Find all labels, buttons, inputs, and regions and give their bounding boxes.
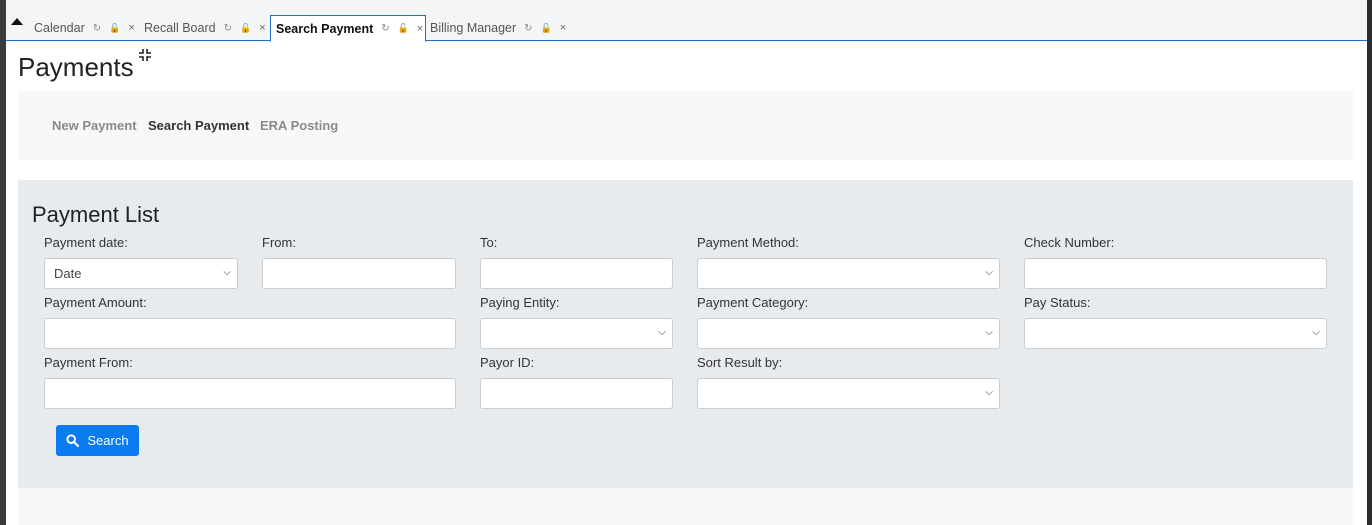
check-number-label: Check Number: [1024, 235, 1115, 250]
unlock-icon[interactable]: 🔓 [109, 23, 120, 34]
payment-from-input[interactable] [44, 378, 456, 409]
nav-search-payment[interactable]: Search Payment [148, 118, 249, 133]
search-icon [66, 434, 80, 447]
window-edge [1367, 0, 1372, 525]
check-number-input[interactable] [1024, 258, 1327, 289]
refresh-icon[interactable]: ↻ [224, 23, 232, 34]
chevron-down-icon: ⌵ [223, 267, 231, 278]
payment-nav: New Payment Search Payment ERA Posting [18, 91, 1353, 160]
tab-billing-manager[interactable]: Billing Manager ↻ 🔓 × [425, 15, 574, 41]
page-title: Payments [18, 52, 134, 82]
panel-title: Payment List [32, 202, 160, 227]
close-icon[interactable]: × [560, 22, 566, 34]
payment-amount-input[interactable] [44, 318, 456, 349]
payment-date-value: Date [54, 266, 82, 281]
payment-list-panel: Payment List Payment date: Date ⌵ From: … [18, 180, 1353, 488]
to-label: To: [480, 235, 498, 250]
unlock-icon[interactable]: 🔓 [240, 23, 251, 34]
nav-era-posting[interactable]: ERA Posting [260, 118, 338, 133]
nav-new-payment[interactable]: New Payment [52, 118, 137, 133]
chevron-down-icon: ⌵ [985, 387, 993, 398]
chevron-down-icon: ⌵ [985, 267, 993, 278]
tab-label: Recall Board [144, 21, 216, 35]
payment-method-label: Payment Method: [697, 235, 799, 250]
payment-date-label: Payment date: [44, 235, 128, 250]
compress-icon[interactable] [139, 49, 151, 63]
payment-amount-label: Payment Amount: [44, 295, 147, 310]
refresh-icon[interactable]: ↻ [381, 23, 389, 34]
sort-result-by-label: Sort Result by: [697, 355, 783, 370]
search-button-label: Search [87, 433, 129, 448]
payment-category-select[interactable]: ⌵ [697, 318, 1000, 349]
unlock-icon[interactable]: 🔓 [398, 23, 409, 34]
results-area [18, 488, 1353, 525]
payment-category-label: Payment Category: [697, 295, 809, 310]
tab-search-payment[interactable]: Search Payment ↻ 🔓 × [270, 15, 426, 42]
tab-recall-board[interactable]: Recall Board ↻ 🔓 × [139, 15, 274, 41]
collapse-arrow-icon[interactable] [11, 18, 23, 25]
tab-label: Calendar [34, 21, 85, 35]
close-icon[interactable]: × [417, 23, 423, 35]
payment-from-label: Payment From: [44, 355, 133, 370]
chevron-down-icon: ⌵ [985, 327, 993, 338]
app-frame: Calendar ↻ 🔓 × Recall Board ↻ 🔓 × Search… [6, 0, 1367, 525]
tab-bar: Calendar ↻ 🔓 × Recall Board ↻ 🔓 × Search… [6, 0, 1367, 42]
payor-id-label: Payor ID: [480, 355, 535, 370]
unlock-icon[interactable]: 🔓 [541, 23, 552, 34]
tab-label: Search Payment [276, 21, 374, 36]
chevron-down-icon: ⌵ [1312, 327, 1320, 338]
refresh-icon[interactable]: ↻ [524, 23, 532, 34]
sort-result-by-select[interactable]: ⌵ [697, 378, 1000, 409]
close-icon[interactable]: × [128, 22, 134, 34]
payor-id-input[interactable] [480, 378, 673, 409]
payment-date-select[interactable]: Date ⌵ [44, 258, 238, 289]
to-date-input[interactable] [480, 258, 673, 289]
chevron-down-icon: ⌵ [658, 327, 666, 338]
paying-entity-label: Paying Entity: [480, 295, 560, 310]
from-date-input[interactable] [262, 258, 456, 289]
refresh-icon[interactable]: ↻ [93, 23, 101, 34]
from-label: From: [262, 235, 296, 250]
paying-entity-select[interactable]: ⌵ [480, 318, 673, 349]
payment-method-select[interactable]: ⌵ [697, 258, 1000, 289]
close-icon[interactable]: × [259, 22, 265, 34]
pay-status-label: Pay Status: [1024, 295, 1091, 310]
pay-status-select[interactable]: ⌵ [1024, 318, 1327, 349]
tab-label: Billing Manager [430, 21, 517, 35]
search-button[interactable]: Search [56, 425, 139, 456]
tab-calendar[interactable]: Calendar ↻ 🔓 × [29, 15, 143, 41]
